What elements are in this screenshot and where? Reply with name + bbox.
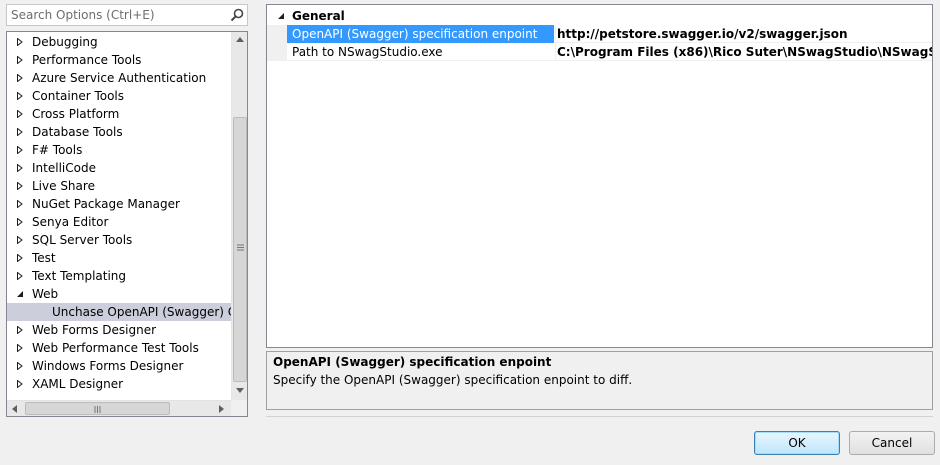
tree-item-label: Web Performance Test Tools [32,341,199,355]
description-title: OpenAPI (Swagger) specification enpoint [273,355,552,369]
scroll-up-button[interactable] [232,32,247,49]
tree-item-live-share[interactable]: Live Share [7,177,231,195]
grip-icon [237,244,244,251]
tree-item-web-performance-test-tools[interactable]: Web Performance Test Tools [7,339,231,357]
tree-item-label: Web Forms Designer [32,323,157,337]
collapse-arrow-icon[interactable] [277,12,285,20]
tree-item-nuget-package-manager[interactable]: NuGet Package Manager [7,195,231,213]
expand-arrow-icon[interactable] [16,92,24,100]
tree-item-label: IntelliCode [32,161,96,175]
divider [266,416,933,417]
tree-item-label: Test [32,251,56,265]
description-pane: OpenAPI (Swagger) specification enpoint … [266,351,933,410]
tree-item-debugging[interactable]: Debugging [7,33,231,51]
expand-arrow-icon[interactable] [16,272,24,280]
search-box[interactable] [6,4,248,26]
tree-item-intellicode[interactable]: IntelliCode [7,159,231,177]
scroll-left-button[interactable] [7,401,24,416]
tree-item-label: Windows Forms Designer [32,359,184,373]
expand-arrow-icon[interactable] [16,254,24,262]
tree-item-cross-platform[interactable]: Cross Platform [7,105,231,123]
tree-item-label: Container Tools [32,89,125,103]
expand-arrow-icon[interactable] [16,146,24,154]
collapse-arrow-icon[interactable] [16,290,24,298]
expand-arrow-icon[interactable] [16,344,24,352]
tree-item-label: Performance Tools [32,53,142,67]
arrow-right-icon [219,405,224,413]
tree-item-label: Text Templating [32,269,127,283]
tree-item-sql-server-tools[interactable]: SQL Server Tools [7,231,231,249]
tree-item-performance-tools[interactable]: Performance Tools [7,51,231,69]
expand-arrow-icon[interactable] [16,164,24,172]
expand-arrow-icon[interactable] [16,200,24,208]
expand-arrow-icon[interactable] [16,74,24,82]
options-tree[interactable]: Debugging Performance Tools Azure Servic… [6,31,248,417]
vertical-scrollbar[interactable] [231,32,247,400]
property-gutter [267,25,287,61]
search-icon[interactable] [230,8,244,22]
tree-item-label: SQL Server Tools [32,233,133,247]
tree-item-label: Unchase OpenAPI (Swagger) Connected Serv… [52,305,231,319]
tree-item-database-tools[interactable]: Database Tools [7,123,231,141]
tree-item-label: Azure Service Authentication [32,71,207,85]
property-row-nswagstudio-path[interactable]: Path to NSwagStudio.exe C:\Program Files… [287,43,932,61]
category-label: General [292,9,345,23]
ok-button[interactable]: OK [754,431,840,455]
horizontal-scrollbar[interactable] [7,400,231,416]
expand-arrow-icon[interactable] [16,326,24,334]
search-input[interactable] [7,5,225,25]
options-tree-list: Debugging Performance Tools Azure Servic… [7,32,231,400]
expand-arrow-icon[interactable] [16,56,24,64]
expand-arrow-icon[interactable] [16,110,24,118]
tree-item-label: Live Share [32,179,95,193]
tree-item-label: F# Tools [32,143,83,157]
property-grid[interactable]: General OpenAPI (Swagger) specification … [266,4,933,348]
tree-item-label: Web [32,287,59,301]
scroll-right-button[interactable] [214,401,231,416]
scroll-down-button[interactable] [232,383,247,400]
property-value[interactable]: C:\Program Files (x86)\Rico Suter\NSwagS… [555,43,932,61]
expand-arrow-icon[interactable] [16,362,24,370]
expand-arrow-icon[interactable] [16,236,24,244]
tree-item-fsharp-tools[interactable]: F# Tools [7,141,231,159]
property-name[interactable]: OpenAPI (Swagger) specification enpoint [287,25,554,43]
tree-item-senya-editor[interactable]: Senya Editor [7,213,231,231]
property-value[interactable]: http://petstore.swagger.io/v2/swagger.js… [555,25,932,43]
description-text: Specify the OpenAPI (Swagger) specificat… [273,373,633,387]
tree-item-test[interactable]: Test [7,249,231,267]
category-general[interactable]: General [267,7,932,25]
tree-item-unchase-openapi[interactable]: Unchase OpenAPI (Swagger) Connected Serv… [7,303,231,321]
scrollbar-corner [231,400,247,416]
tree-item-label: XAML Designer [32,377,124,391]
tree-item-xaml-designer[interactable]: XAML Designer [7,375,231,393]
tree-item-label: NuGet Package Manager [32,197,180,211]
arrow-down-icon [236,388,244,393]
tree-item-text-templating[interactable]: Text Templating [7,267,231,285]
tree-item-azure-service-authentication[interactable]: Azure Service Authentication [7,69,231,87]
expand-arrow-icon[interactable] [16,38,24,46]
tree-item-label: Cross Platform [32,107,120,121]
cancel-button[interactable]: Cancel [849,431,935,455]
tree-item-label: Database Tools [32,125,123,139]
grip-icon [94,406,101,413]
expand-arrow-icon[interactable] [16,182,24,190]
arrow-up-icon [236,37,244,42]
expand-arrow-icon[interactable] [16,218,24,226]
tree-item-windows-forms-designer[interactable]: Windows Forms Designer [7,357,231,375]
horizontal-scroll-thumb[interactable] [25,402,170,415]
vertical-scroll-thumb[interactable] [233,117,247,382]
expand-arrow-icon[interactable] [16,380,24,388]
tree-item-web[interactable]: Web [7,285,231,303]
property-name[interactable]: Path to NSwagStudio.exe [287,43,554,61]
tree-item-label: Debugging [32,35,98,49]
tree-item-label: Senya Editor [32,215,109,229]
tree-item-web-forms-designer[interactable]: Web Forms Designer [7,321,231,339]
tree-item-container-tools[interactable]: Container Tools [7,87,231,105]
expand-arrow-icon[interactable] [16,128,24,136]
property-row-swagger-endpoint[interactable]: OpenAPI (Swagger) specification enpoint … [287,25,932,43]
arrow-left-icon [12,405,17,413]
